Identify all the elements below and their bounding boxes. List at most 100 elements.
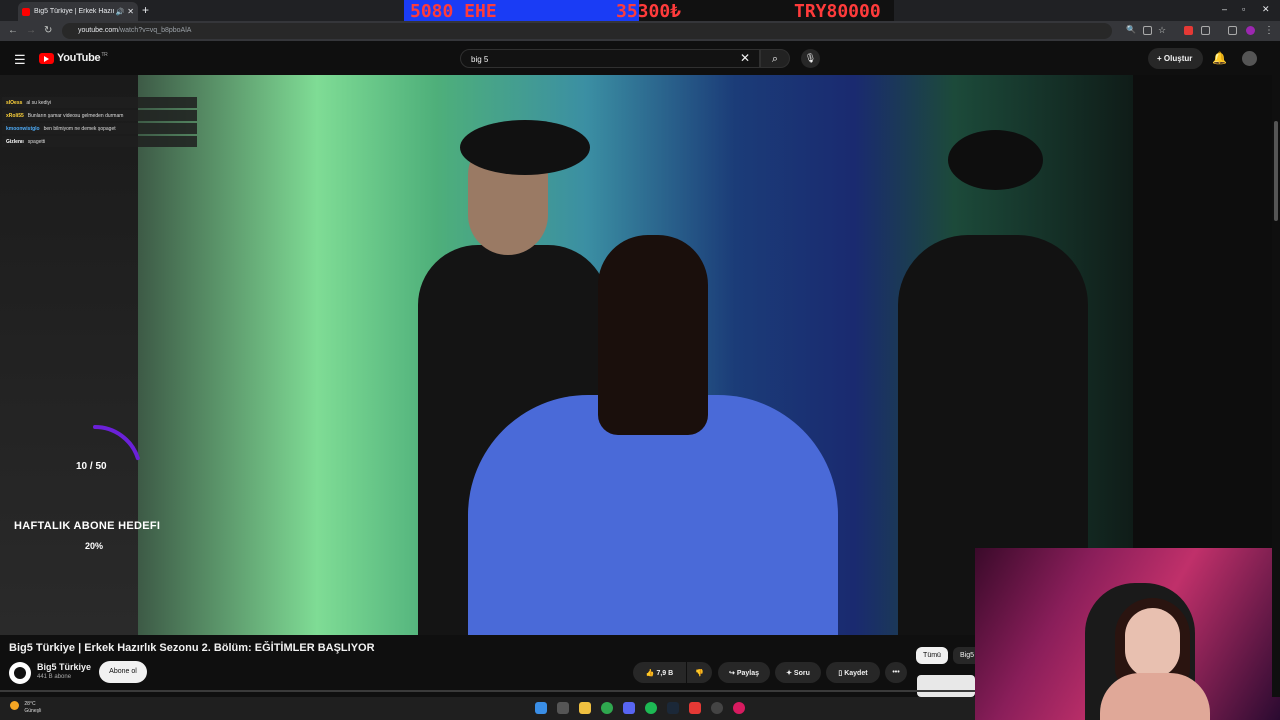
url-path: /watch?v=vq_b8pboAlA (118, 27, 192, 34)
url-field[interactable]: youtube.com/watch?v=vq_b8pboAlA (62, 23, 1112, 39)
page-scrollbar[interactable] (1272, 41, 1280, 697)
share-button[interactable]: ↪ Paylaş (718, 662, 770, 683)
dislike-button[interactable]: 👎 (687, 662, 712, 683)
chat-user: Gizlenıı (6, 139, 24, 145)
extension-icon[interactable] (1184, 26, 1193, 35)
like-button[interactable]: 👍 7,9 B (633, 662, 686, 683)
channel-name[interactable]: Big5 Türkiye (37, 662, 91, 672)
create-button[interactable]: + Oluştur (1148, 48, 1203, 69)
file-explorer-icon[interactable] (579, 702, 591, 714)
chat-message: xRoli55 Bunların şamar videosu gelmeden d… (2, 110, 197, 121)
create-label: Oluştur (1163, 54, 1193, 63)
account-avatar[interactable] (1242, 51, 1257, 66)
save-button[interactable]: ▯ Kaydet (826, 662, 880, 683)
chat-text: al su kediyi (26, 100, 52, 106)
app-pink-icon[interactable] (733, 702, 745, 714)
overlay-item-3: TRY80000 (794, 1, 881, 22)
woman-hair (598, 235, 708, 435)
chat-user: xRoli55 (6, 113, 24, 119)
new-tab-button[interactable]: + (142, 3, 149, 17)
weather-widget[interactable]: 28°C Güneşli (10, 701, 41, 715)
bookmark-star-icon[interactable]: ☆ (1158, 25, 1166, 36)
goal-percent: 20% (85, 541, 104, 551)
scrollbar-thumb[interactable] (1274, 121, 1278, 221)
share-label: Paylaş (736, 670, 759, 677)
like-count: 7,9 B (656, 670, 674, 677)
chat-user: sIOess (6, 100, 23, 106)
browser-tab-bar: Big5 Türkiye | Erkek Hazırlık 🔊 ✕ + 5080… (0, 0, 1280, 28)
recommended-thumbnail[interactable] (917, 675, 975, 697)
url-host: youtube.com (78, 27, 119, 34)
beret-left (460, 120, 590, 175)
windows-taskbar: 28°C Güneşli (0, 697, 975, 720)
chrome-icon[interactable] (601, 702, 613, 714)
browser-tab[interactable]: Big5 Türkiye | Erkek Hazırlık 🔊 ✕ (18, 2, 138, 21)
subscribe-button[interactable]: Abone ol (99, 661, 147, 683)
cast-icon[interactable] (1143, 26, 1152, 35)
video-title: Big5 Türkiye | Erkek Hazırlık Sezonu 2. … (9, 642, 375, 654)
profile-icon[interactable] (1246, 26, 1255, 35)
maximize-button[interactable]: ▫ (1242, 4, 1245, 14)
forward-icon[interactable]: → (26, 25, 36, 36)
address-bar: ← → ↻ youtube.com/watch?v=vq_b8pboAlA 🔍 … (0, 21, 1280, 41)
search-button[interactable]: ⌕ (760, 49, 790, 68)
logo-text: YouTube (57, 52, 101, 64)
speaker-icon[interactable]: 🔊 (116, 8, 125, 16)
overlay-item-2: 35300₺ (616, 1, 682, 22)
discord-icon[interactable] (623, 702, 635, 714)
stream-left-panel (0, 75, 138, 635)
back-icon[interactable]: ← (8, 25, 18, 36)
notifications-bell-icon[interactable]: 🔔 (1212, 51, 1227, 65)
weather-condition: Güneşli (24, 708, 42, 714)
voice-search-button[interactable]: 🎙 (801, 49, 820, 68)
ask-button[interactable]: ✦ Soru (775, 662, 821, 683)
chat-message: kmoonwistglo ben bilmiyom ne demek şopage… (2, 123, 197, 134)
chip-all[interactable]: Tümü (916, 647, 948, 664)
youtube-favicon-icon (22, 7, 30, 16)
minimize-button[interactable]: – (1222, 4, 1227, 14)
goal-title: HAFTALIK ABONE HEDEFI (14, 520, 161, 532)
hamburger-menu-icon[interactable]: ☰ (14, 52, 26, 68)
search-input[interactable]: big 5 (460, 49, 760, 68)
subscriber-count: 441 B abone (37, 674, 72, 680)
streamer-shoulders (1100, 673, 1210, 720)
chat-text: Bunların şamar videosu gelmeden durmam (27, 113, 124, 119)
windows-start-icon[interactable] (535, 702, 547, 714)
close-tab-icon[interactable]: ✕ (127, 7, 134, 16)
sun-icon (10, 701, 19, 710)
app-red-icon[interactable] (689, 702, 701, 714)
microphone-icon: 🎙 (804, 53, 817, 63)
clear-search-icon[interactable]: ✕ (740, 51, 750, 65)
beret-right (948, 130, 1043, 190)
media-control-icon[interactable] (1228, 26, 1237, 35)
youtube-logo[interactable]: YouTube TR (39, 52, 108, 64)
chat-text: ben bilmiyom ne demek şopaget (43, 126, 116, 132)
steam-icon[interactable] (667, 702, 679, 714)
goal-count: 10 / 50 (76, 461, 107, 472)
thumbs-down-icon: 👎 (695, 670, 704, 677)
close-window-button[interactable]: ✕ (1262, 4, 1270, 15)
obs-icon[interactable] (711, 702, 723, 714)
streamer-webcam (975, 548, 1280, 720)
browser-menu-icon[interactable]: ⋮ (1264, 25, 1274, 36)
reload-icon[interactable]: ↻ (44, 25, 52, 36)
youtube-play-icon (39, 52, 54, 64)
chat-message: sIOess al su kediyi (2, 97, 197, 108)
streamer-face (1125, 608, 1180, 678)
zoom-icon[interactable]: 🔍 (1126, 25, 1136, 34)
search-icon: ⌕ (771, 53, 779, 65)
video-info: Big5 Türkiye | Erkek Hazırlık Sezonu 2. … (0, 635, 983, 697)
tab-title: Big5 Türkiye | Erkek Hazırlık (34, 8, 114, 15)
channel-avatar[interactable] (9, 662, 31, 684)
extensions-puzzle-icon[interactable] (1201, 26, 1210, 35)
spotify-icon[interactable] (645, 702, 657, 714)
page-progress-track (0, 690, 975, 692)
region-code: TR (101, 52, 108, 58)
more-actions-button[interactable]: ••• (885, 662, 907, 683)
goal-progress-arc (93, 425, 140, 461)
chat-text: spagetti (27, 139, 46, 145)
chat-message: Gizlenıı spagetti (2, 136, 197, 147)
youtube-header: ☰ YouTube TR big 5 ✕ ⌕ 🎙 + Oluştur 🔔 (0, 41, 1280, 75)
chat-user: kmoonwistglo (6, 126, 40, 132)
task-view-icon[interactable] (557, 702, 569, 714)
